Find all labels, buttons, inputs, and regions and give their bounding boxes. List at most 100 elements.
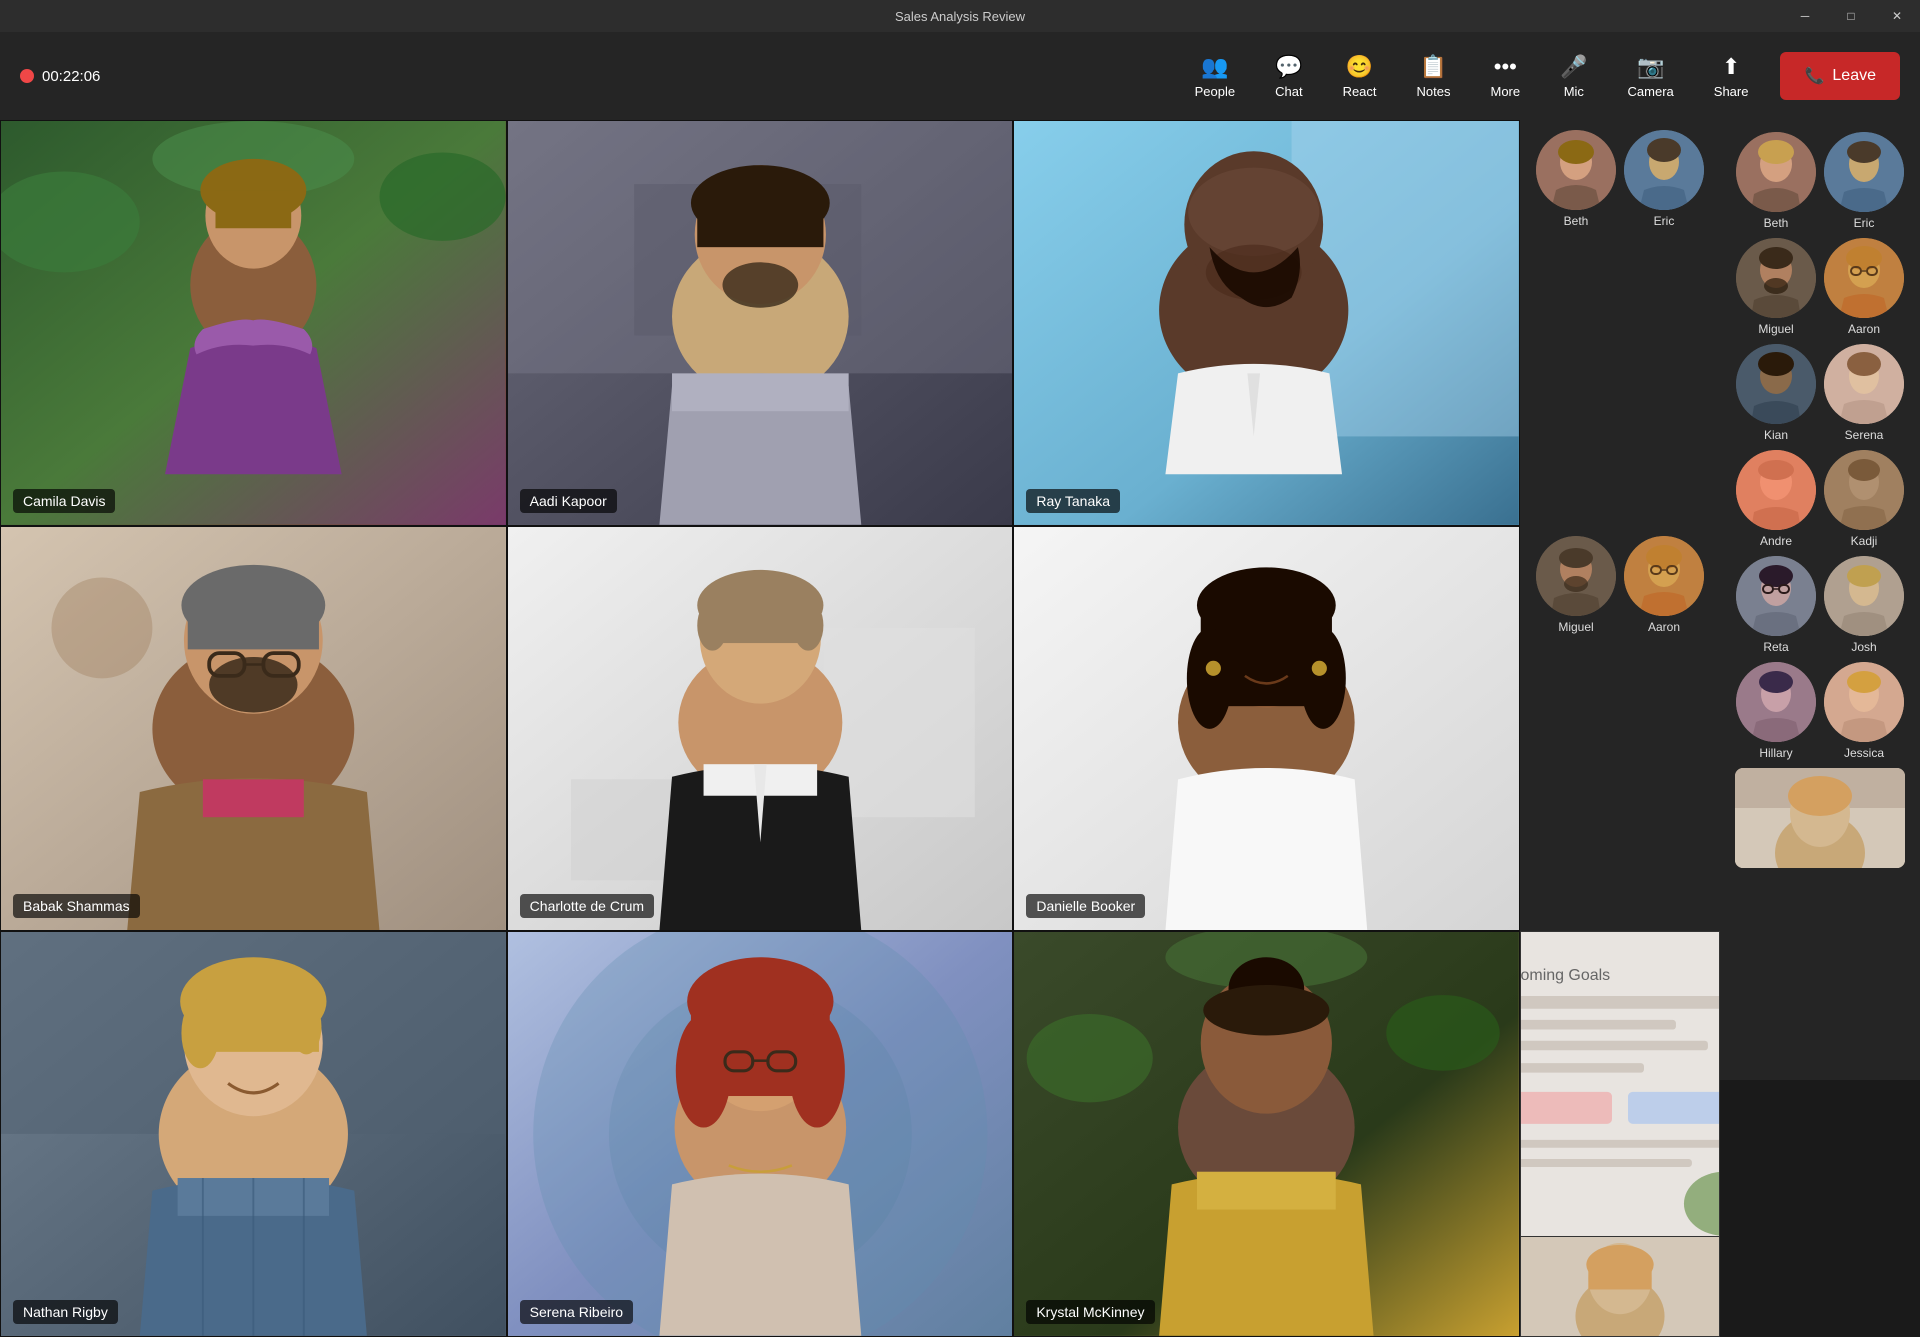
aaron-thumb [1824,238,1904,318]
kian-side-name: Kian [1764,428,1788,442]
participant-josh-side[interactable]: Josh [1824,556,1904,654]
krystal-name-tag: Krystal McKinney [1026,1300,1154,1324]
sidebar-beth-eric: Beth Eric [1728,132,1912,230]
people-label: People [1195,84,1235,99]
aadi-video [508,121,1013,525]
jessica-side-name: Jessica [1844,746,1884,760]
camera-icon: 📷 [1637,54,1664,80]
participant-kadji-side[interactable]: Kadji [1824,450,1904,548]
beth-avatar [1536,130,1616,210]
kadji-thumb [1824,450,1904,530]
krystal-video [1014,932,1519,1336]
more-label: More [1491,84,1521,99]
beth-thumb [1736,132,1816,212]
eric-avatar [1624,130,1704,210]
sidebar-andre-kadji: Andre Kadji [1728,450,1912,548]
main-content: Camila Davis [0,120,1920,1080]
beth-name: Beth [1564,214,1589,228]
participant-eric-side[interactable]: Eric [1824,132,1904,230]
hillary-side-name: Hillary [1759,746,1792,760]
chat-label: Chat [1275,84,1302,99]
video-cell-aadi: Aadi Kapoor [507,120,1014,526]
sidebar-hillary-jessica: Hillary Jessica [1728,662,1912,760]
serena-r-video [508,932,1013,1336]
eric-name: Eric [1654,214,1675,228]
mic-button[interactable]: 🎤 Mic [1544,46,1603,107]
sidebar-reta-josh: Reta Josh [1728,556,1912,654]
video-cell-ray: Ray Tanaka [1013,120,1520,526]
leave-button[interactable]: 📞 Leave [1780,52,1900,100]
recording-dot [20,69,34,83]
participant-aaron-side[interactable]: Aaron [1824,238,1904,336]
kian-thumb [1736,344,1816,424]
danielle-name-tag: Danielle Booker [1026,894,1145,918]
notes-button[interactable]: 📋 Notes [1401,46,1467,107]
participant-hillary-side[interactable]: Hillary [1736,662,1816,760]
minimize-button[interactable]: ─ [1782,0,1828,32]
aaron-side-name: Aaron [1848,322,1880,336]
charlotte-name-tag: Charlotte de Crum [520,894,654,918]
camera-button[interactable]: 📷 Camera [1612,46,1690,107]
window-title: Sales Analysis Review [895,9,1025,24]
participant-reta-side[interactable]: Reta [1736,556,1816,654]
toolbar: 👥 People 💬 Chat 😊 React 📋 Notes ••• More… [1179,46,1765,107]
ray-name-tag: Ray Tanaka [1026,489,1120,513]
josh-thumb [1824,556,1904,636]
notes-icon: 📋 [1420,54,1447,80]
aaron-avatar [1624,536,1704,616]
svg-text:Upcoming Goals: Upcoming Goals [1521,967,1610,984]
video-cell-babak: Babak Shammas [0,526,507,932]
people-icon: 👥 [1201,54,1228,80]
share-icon: ⬆ [1722,54,1740,80]
nathan-video [1,932,506,1336]
participant-miguel-side[interactable]: Miguel [1736,238,1816,336]
miguel-side-name: Miguel [1758,322,1793,336]
people-button[interactable]: 👥 People [1179,46,1251,107]
beth-side-name: Beth [1764,216,1789,230]
sidebar-row-2: Miguel [1528,536,1712,634]
video-cell-nathan: Nathan Rigby [0,931,507,1337]
hillary-thumb [1736,662,1816,742]
screen-cell-area: Upcoming Goals [1520,931,1720,1337]
top-bar: 00:22:06 👥 People 💬 Chat 😊 React 📋 Notes… [0,32,1920,120]
react-label: React [1343,84,1377,99]
miguel-name: Miguel [1558,620,1593,634]
mic-icon: 🎤 [1560,54,1587,80]
participant-jessica-side[interactable]: Jessica [1824,662,1904,760]
reta-side-name: Reta [1763,640,1788,654]
leave-label: Leave [1832,67,1876,85]
video-cell-camila: Camila Davis [0,120,507,526]
eric-thumb [1824,132,1904,212]
chat-button[interactable]: 💬 Chat [1259,46,1318,107]
miguel-thumb [1736,238,1816,318]
participant-kian-side[interactable]: Kian [1736,344,1816,442]
react-button[interactable]: 😊 React [1327,46,1393,107]
share-label: Share [1714,84,1749,99]
share-button[interactable]: ⬆ Share [1698,46,1765,107]
sidebar-panel: Beth Eric [1520,120,1720,526]
maximize-button[interactable]: □ [1828,0,1874,32]
participants-sidebar: Beth Eric [1720,120,1920,1080]
miguel-avatar [1536,536,1616,616]
charlotte-video [508,527,1013,931]
eric-side-name: Eric [1854,216,1875,230]
sidebar-bottom [1728,768,1912,868]
more-button[interactable]: ••• More [1475,46,1537,107]
more-icon: ••• [1494,54,1517,80]
recording-indicator: 00:22:06 [20,68,100,85]
react-icon: 😊 [1346,54,1373,80]
participant-andre-side[interactable]: Andre [1736,450,1816,548]
participant-serena-side[interactable]: Serena [1824,344,1904,442]
participant-miguel: Miguel [1536,536,1616,634]
josh-side-name: Josh [1851,640,1876,654]
participant-unknown-side[interactable] [1735,768,1905,868]
participant-beth-side[interactable]: Beth [1736,132,1816,230]
video-cell-krystal: Krystal McKinney [1013,931,1520,1337]
ray-video [1014,121,1519,525]
reta-thumb [1736,556,1816,636]
serena-r-name-tag: Serena Ribeiro [520,1300,633,1324]
babak-video [1,527,506,931]
close-button[interactable]: ✕ [1874,0,1920,32]
title-bar: Sales Analysis Review ─ □ ✕ [0,0,1920,32]
camera-label: Camera [1628,84,1674,99]
